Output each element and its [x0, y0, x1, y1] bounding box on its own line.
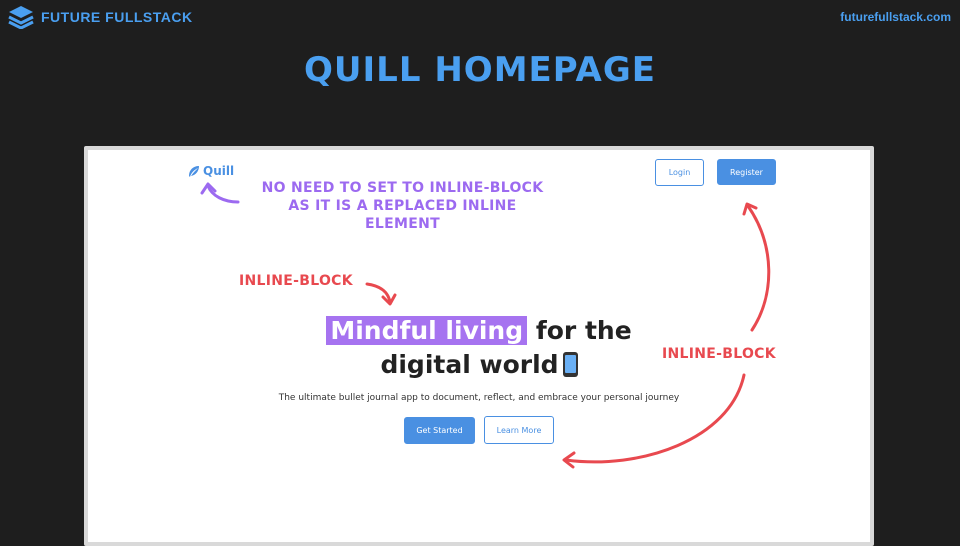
hero-heading-line2: digital world [380, 350, 559, 379]
annotation-replaced-element: NO NEED TO SET TO INLINE-BLOCK AS IT IS … [261, 180, 544, 232]
annotation-inline-block-buttons: INLINE-BLOCK [662, 346, 776, 362]
quill-logo-text: Quill [203, 164, 235, 178]
login-button[interactable]: Login [655, 159, 704, 186]
hero-heading-line1-rest: for the [535, 316, 632, 345]
layers-stack-icon [8, 6, 34, 29]
feather-icon [189, 165, 199, 177]
quill-logo[interactable]: Quill [187, 164, 234, 178]
register-button[interactable]: Register [717, 159, 776, 185]
get-started-button[interactable]: Get Started [404, 417, 475, 444]
hero-subtitle: The ultimate bullet journal app to docum… [278, 393, 680, 403]
brand: FUTURE FULLSTACK [8, 5, 193, 29]
hero-highlight: Mindful living [326, 316, 528, 345]
annotation-inline-block-hero: INLINE-BLOCK [239, 273, 353, 289]
learn-more-button[interactable]: Learn More [484, 416, 554, 444]
slide-title: QUILL HOMEPAGE [304, 50, 656, 90]
brand-name: FUTURE FULLSTACK [41, 9, 193, 25]
site-url[interactable]: futurefullstack.com [840, 10, 951, 24]
mobile-phone-icon [562, 352, 578, 377]
